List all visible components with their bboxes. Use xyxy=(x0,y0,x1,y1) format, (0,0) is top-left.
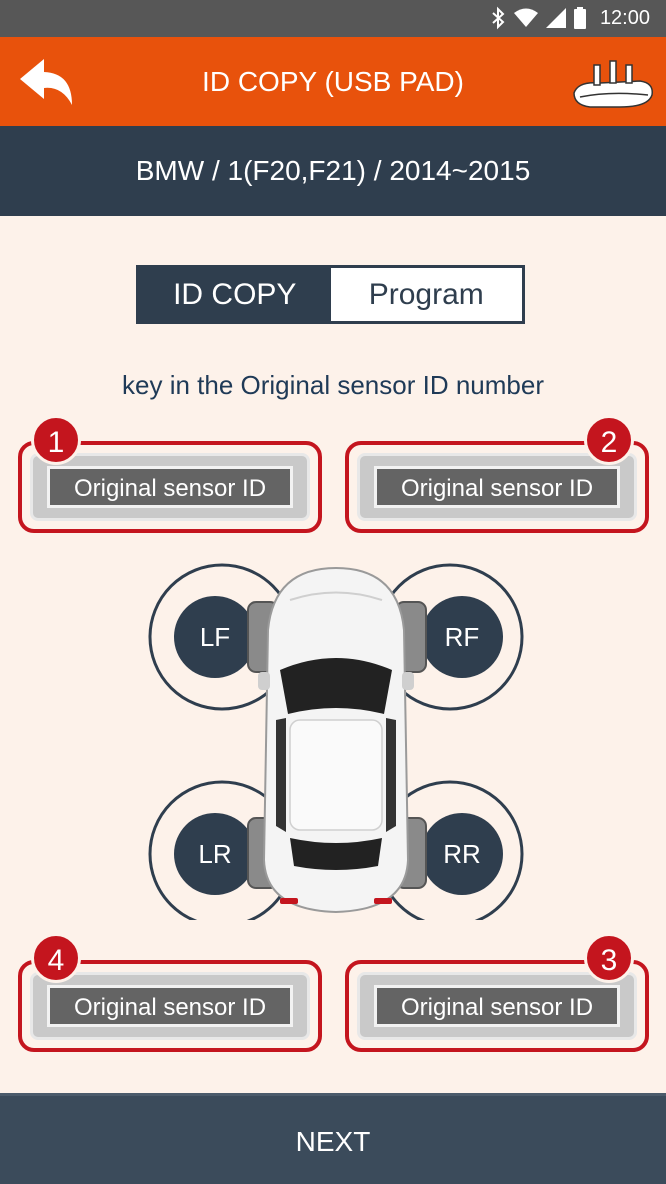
sensor-id-label: Original sensor ID xyxy=(47,466,293,508)
wheel-rf-label: RF xyxy=(444,622,480,652)
sensor-id-label: Original sensor ID xyxy=(47,985,293,1027)
mode-toggle: ID COPY Program xyxy=(136,265,525,324)
status-bar: 12:00 xyxy=(0,0,666,37)
signal-icon xyxy=(545,8,566,28)
car-diagram: LF RF LR RR xyxy=(140,560,530,928)
clock: 12:00 xyxy=(599,6,650,29)
sensor-id-label: Original sensor ID xyxy=(374,466,620,508)
next-button[interactable]: NEXT xyxy=(0,1093,666,1184)
tpms-tool-logo-icon xyxy=(573,60,653,108)
wheel-rr-label: RR xyxy=(443,839,481,869)
wheel-lf-label: LF xyxy=(199,622,231,652)
vehicle-path: BMW / 1(F20,F21) / 2014~2015 xyxy=(0,126,666,216)
app-bar: ID COPY (USB PAD) xyxy=(0,37,666,126)
battery-icon xyxy=(573,7,586,29)
page-title: ID COPY (USB PAD) xyxy=(202,66,464,97)
tab-id-copy[interactable]: ID COPY xyxy=(139,268,331,321)
instruction-text: key in the Original sensor ID number xyxy=(122,370,544,400)
sensor-badge-3: 3 xyxy=(584,933,634,983)
sensor-id-label: Original sensor ID xyxy=(374,985,620,1027)
sensor-badge-2: 2 xyxy=(584,415,634,465)
tab-program[interactable]: Program xyxy=(330,268,522,321)
wheel-lr-label: LR xyxy=(198,839,232,869)
sensor-badge-1: 1 xyxy=(31,415,81,465)
sensor-badge-4: 4 xyxy=(31,933,81,983)
wifi-icon xyxy=(513,8,538,27)
bluetooth-icon xyxy=(492,6,505,30)
